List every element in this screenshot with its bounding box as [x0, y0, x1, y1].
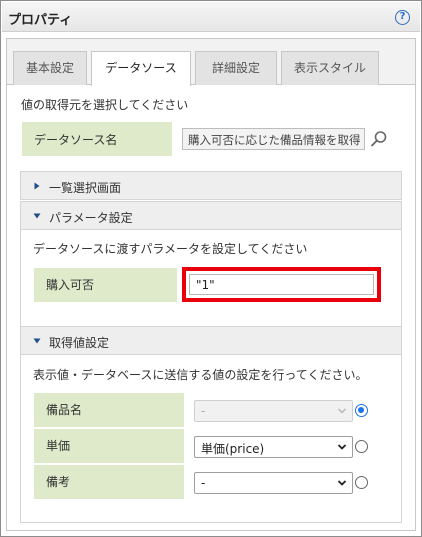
fetch-select-unit-price[interactable]: 単価(price) — [194, 436, 353, 458]
window-title: プロパティ — [8, 13, 73, 28]
tab-bar: 基本設定 データソース 詳細設定 表示スタイル — [7, 39, 415, 86]
datasource-name-row: データソース名 購入可否に応じた備品情報を取得 — [22, 122, 400, 156]
fetch-select-unit-price-value: 単価(price) — [201, 442, 265, 456]
tab-detail-settings[interactable]: 詳細設定 — [195, 51, 277, 85]
param-value-input[interactable]: "1" — [189, 274, 374, 295]
fetch-label-remarks: 備考 — [34, 465, 184, 499]
datasource-name-label: データソース名 — [22, 122, 172, 156]
section-fetch-label: 取得値設定 — [49, 336, 110, 350]
tab-basic-settings[interactable]: 基本設定 — [13, 51, 87, 85]
fetch-select-remarks[interactable]: - — [194, 472, 353, 494]
caret-down-icon — [33, 338, 41, 344]
highlighted-param-field: "1" — [182, 267, 381, 302]
properties-panel: 基本設定 データソース 詳細設定 表示スタイル 値の取得元を選択してください デ… — [6, 38, 416, 531]
section-fetch-header[interactable]: 取得値設定 — [20, 326, 402, 355]
fetch-select-remarks-value: - — [201, 476, 206, 490]
search-icon[interactable] — [369, 129, 389, 149]
chevron-down-icon — [337, 408, 347, 414]
section-params-label: パラメータ設定 — [49, 211, 133, 225]
fetch-label-item-name: 備品名 — [34, 393, 184, 427]
section-list-select-header[interactable]: 一覧選択画面 — [20, 171, 402, 200]
radio-remarks[interactable] — [355, 476, 368, 489]
caret-right-icon — [34, 182, 40, 190]
caret-down-icon — [33, 213, 41, 219]
fetch-description: 表示値・データベースに送信する値の設定を行ってください。 — [33, 368, 368, 382]
section-params-header[interactable]: パラメータ設定 — [20, 201, 402, 230]
fetch-select-item-name[interactable]: - — [194, 400, 353, 422]
properties-window: プロパティ ? 基本設定 データソース 詳細設定 表示スタイル 値の取得元を選択… — [0, 0, 422, 537]
chevron-down-icon — [337, 444, 347, 450]
fetch-select-item-name-value: - — [201, 404, 206, 418]
radio-unit-price[interactable] — [355, 440, 368, 453]
fetch-label-unit-price: 単価 — [34, 429, 184, 463]
param-label-purchase: 購入可否 — [34, 268, 177, 302]
datasource-instruction: 値の取得元を選択してください — [21, 98, 189, 112]
datasource-name-field[interactable]: 購入可否に応じた備品情報を取得 — [182, 128, 365, 150]
help-icon[interactable]: ? — [395, 10, 410, 25]
tab-datasource[interactable]: データソース — [91, 51, 191, 86]
section-list-select-label: 一覧選択画面 — [49, 181, 122, 195]
title-bar: プロパティ ? — [2, 2, 420, 32]
params-description: データソースに渡すパラメータを設定してください — [33, 242, 308, 256]
tab-display-style[interactable]: 表示スタイル — [281, 51, 379, 85]
chevron-down-icon — [337, 480, 347, 486]
radio-item-name[interactable] — [355, 404, 368, 417]
